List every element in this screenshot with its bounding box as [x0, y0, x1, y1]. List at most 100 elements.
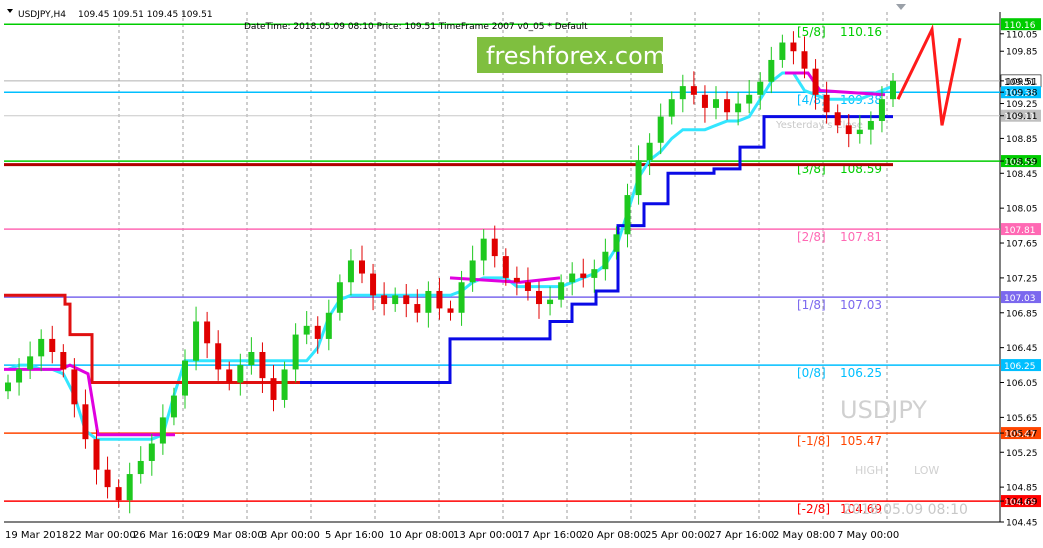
- murrey-level-name: [2/8]: [797, 230, 826, 244]
- price-tag-label: 106.25: [1004, 362, 1036, 372]
- y-tick-label: 109.25: [1006, 100, 1038, 110]
- candle-body: [248, 352, 255, 366]
- candle-body: [624, 195, 631, 235]
- candle-body: [27, 356, 34, 370]
- candle-body: [735, 103, 742, 113]
- murrey-level-name: [4/8]: [797, 93, 826, 107]
- candle-body: [447, 308, 454, 313]
- candle-body: [890, 80, 896, 100]
- y-tick-label: 104.85: [1006, 484, 1038, 494]
- candle-body: [281, 369, 288, 400]
- brand-text: freshforex.com: [486, 42, 666, 70]
- candle-body: [679, 86, 686, 100]
- y-tick-label: 108.05: [1006, 205, 1038, 215]
- candle-body: [148, 443, 155, 461]
- candle-body: [159, 417, 166, 444]
- symbol-watermark: USDJPY: [840, 396, 927, 424]
- candle-body: [49, 338, 56, 352]
- y-tick-label: 107.25: [1006, 274, 1038, 284]
- candle-body: [713, 99, 719, 108]
- murrey-level-value: 106.25: [840, 366, 882, 380]
- candle-body: [370, 273, 377, 296]
- x-tick-label: 10 Apr 08:00: [389, 530, 454, 541]
- candle-body: [403, 295, 410, 305]
- murrey-level-name: [-1/8]: [797, 434, 830, 448]
- candle-body: [635, 160, 642, 196]
- x-tick-label: 5 Apr 16:00: [325, 530, 384, 541]
- high-label: HIGH: [855, 464, 883, 477]
- candle-body: [878, 99, 885, 121]
- candle-body: [724, 99, 731, 113]
- candle-body: [115, 487, 122, 501]
- x-tick-label: 27 Apr 16:00: [709, 530, 774, 541]
- y-tick-label: 109.38: [1006, 89, 1038, 99]
- candle-body: [580, 273, 587, 278]
- candle-body: [193, 321, 200, 361]
- murrey-level-value: 107.81: [840, 230, 882, 244]
- candle-body: [93, 439, 100, 470]
- price-chart[interactable]: [5/8] 110.16[4/8] 109.38[3/8] 108.59[2/8] 10…: [0, 0, 1043, 548]
- candle-body: [801, 51, 808, 69]
- candle-body: [303, 325, 310, 335]
- x-tick-label: 17 Apr 16:00: [517, 530, 582, 541]
- candle-body: [790, 42, 797, 52]
- murrey-level-name: [-2/8]: [797, 502, 830, 516]
- candle-body: [513, 277, 520, 283]
- murrey-level-name: [5/8]: [797, 25, 826, 39]
- candle-body: [137, 460, 144, 475]
- candle-body: [347, 260, 354, 283]
- candle-body: [16, 369, 23, 383]
- y-tick-label: 108.45: [1006, 170, 1038, 180]
- candle-body: [314, 325, 321, 339]
- candle-body: [226, 369, 233, 383]
- candle-body: [82, 404, 89, 440]
- candle-body: [701, 94, 708, 108]
- candle-body: [60, 352, 67, 370]
- y-tick-label: 104.45: [1006, 519, 1038, 529]
- y-tick-label: 104.69: [1006, 498, 1038, 508]
- candle-body: [845, 125, 852, 135]
- y-tick-label: 109.85: [1006, 48, 1038, 58]
- candle-body: [746, 94, 753, 104]
- candle-body: [657, 116, 664, 143]
- y-tick-label: 109.11: [1006, 112, 1038, 122]
- x-tick-label: 13 Apr 00:00: [453, 530, 518, 541]
- candle-body: [867, 120, 874, 130]
- murrey-level-name: [0/8]: [797, 366, 826, 380]
- murrey-level-value: 107.03: [840, 298, 882, 312]
- y-tick-label: 107.65: [1006, 240, 1038, 250]
- chart-window[interactable]: [5/8] 110.16 [4/8] 109.38 [3/8] 108.59 [2/8] 10…: [0, 0, 1043, 548]
- candle-body: [491, 238, 498, 257]
- price-tag-label: 107.03: [1004, 294, 1036, 304]
- candle-body: [646, 142, 653, 161]
- candle-body: [536, 290, 542, 305]
- y-tick-label: 110.05: [1006, 30, 1038, 40]
- price-tag-label: 107.81: [1004, 226, 1036, 236]
- x-tick-label: 20 Apr 08:00: [581, 530, 646, 541]
- x-tick-label: 25 Apr 00:00: [645, 530, 710, 541]
- candle-body: [270, 378, 277, 400]
- candle-body: [524, 282, 531, 291]
- candle-body: [547, 299, 554, 305]
- y-tick-label: 105.25: [1006, 449, 1038, 459]
- symbol-timeframe: USDJPY,H4: [18, 10, 66, 20]
- candle-body: [436, 290, 443, 309]
- murrey-level-value: 110.16: [840, 25, 882, 39]
- indicator-info: DateTime: 2018.05.09 08:10 Price: 109.51…: [244, 22, 588, 32]
- y-tick-label: 109.51: [1006, 77, 1038, 87]
- candle-body: [5, 382, 11, 392]
- candle-body: [381, 295, 388, 305]
- candle-body: [779, 42, 786, 60]
- candle-body: [569, 273, 576, 283]
- candle-body: [602, 251, 609, 270]
- x-tick-label: 22 Mar 00:00: [69, 530, 136, 541]
- candle-body: [690, 86, 697, 95]
- candle-body: [182, 360, 188, 396]
- candle-body: [856, 129, 863, 135]
- candle-body: [812, 68, 819, 95]
- candle-body: [259, 352, 266, 379]
- candle-body: [325, 312, 332, 339]
- y-tick-label: 108.59: [1006, 158, 1038, 168]
- y-tick-label: 108.85: [1006, 135, 1038, 145]
- candle-body: [613, 234, 620, 252]
